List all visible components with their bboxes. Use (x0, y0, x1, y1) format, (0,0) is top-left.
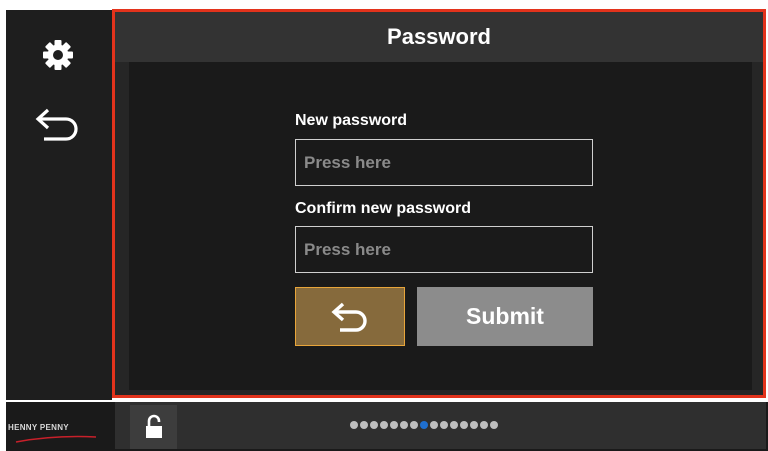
page-dot (350, 421, 358, 429)
confirm-password-label: Confirm new password (295, 200, 472, 217)
submit-button[interactable]: Submit (417, 287, 593, 346)
logo-swoosh (15, 435, 97, 443)
gear-icon (43, 40, 73, 70)
new-password-field[interactable]: Press here (295, 139, 593, 186)
page-dot (390, 421, 398, 429)
page-dot (490, 421, 498, 429)
back-nav-button[interactable] (30, 96, 86, 152)
page-dot (410, 421, 418, 429)
password-panel: Password New password Press here Confirm… (112, 9, 766, 398)
page-dot (450, 421, 458, 429)
page-dot (400, 421, 408, 429)
settings-button[interactable] (30, 27, 86, 83)
sidebar (6, 10, 112, 400)
back-button[interactable] (295, 287, 405, 346)
screen: Password New password Press here Confirm… (0, 0, 768, 451)
page-dot (480, 421, 488, 429)
page-title: Password (115, 12, 763, 62)
page-dot-active (420, 421, 428, 429)
page-dot (430, 421, 438, 429)
unlock-icon (145, 414, 162, 438)
page-dot (360, 421, 368, 429)
new-password-placeholder: Press here (304, 152, 391, 172)
henny-penny-logo: HENNY PENNY (8, 423, 69, 432)
lock-button[interactable] (130, 405, 177, 449)
new-password-label: New password (295, 112, 408, 129)
page-indicator (350, 421, 498, 431)
page-dot (380, 421, 388, 429)
confirm-password-field[interactable]: Press here (295, 226, 593, 273)
password-form: New password Press here Confirm new pass… (129, 62, 752, 390)
page-dot (440, 421, 448, 429)
page-dot (460, 421, 468, 429)
undo-arrow-icon (35, 108, 78, 141)
page-dot (470, 421, 478, 429)
confirm-password-placeholder: Press here (304, 239, 391, 259)
page-dot (370, 421, 378, 429)
undo-arrow-icon (331, 302, 367, 332)
